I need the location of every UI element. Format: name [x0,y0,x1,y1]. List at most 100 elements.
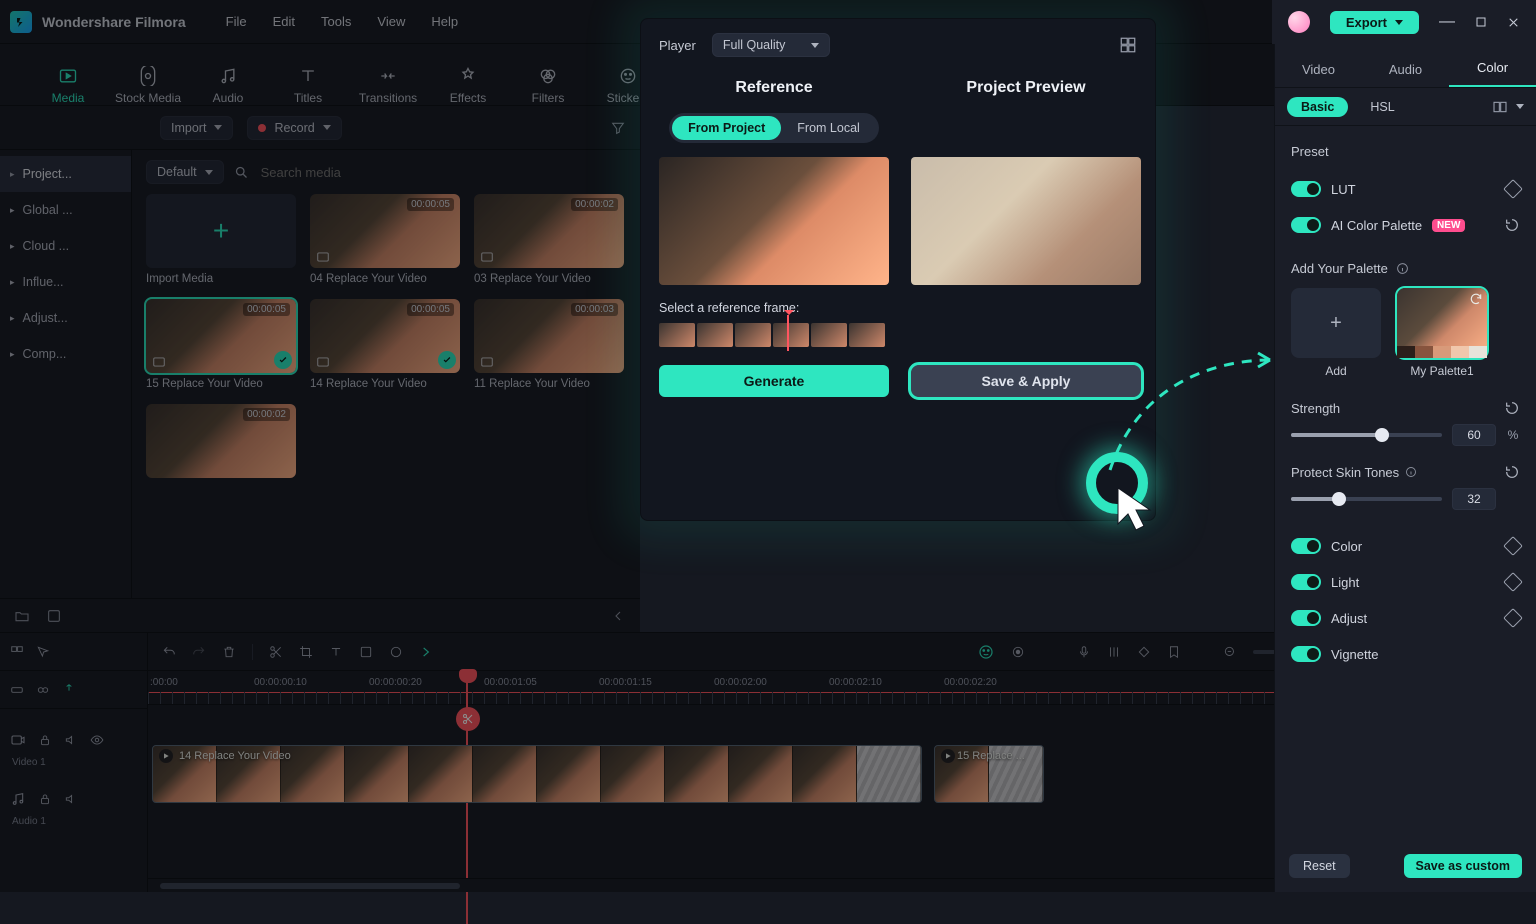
tile-import[interactable]: +Import Media [146,194,296,285]
layout-grid-icon[interactable] [1119,36,1137,54]
keyframe-icon[interactable] [1503,608,1523,628]
keyframe-icon[interactable] [1503,536,1523,556]
mod-titles[interactable]: Titles [268,65,348,105]
tab-video[interactable]: Video [1275,62,1362,87]
mod-media[interactable]: Media [28,65,108,105]
skin-value[interactable]: 32 [1452,488,1496,510]
strength-slider[interactable] [1291,433,1442,437]
palette-my1[interactable]: My Palette1 [1397,288,1487,378]
marker2-icon[interactable] [1167,645,1181,659]
tl-link-icon[interactable] [10,683,24,697]
mod-stock[interactable]: Stock Media [108,65,188,105]
video-track-icon[interactable] [10,732,26,748]
tab-color[interactable]: Color [1449,60,1536,87]
mod-audio[interactable]: Audio [188,65,268,105]
import-dropdown[interactable]: Import [160,116,233,140]
rec-icon[interactable] [1011,645,1025,659]
tile-03[interactable]: 00:00:0203 Replace Your Video [474,194,624,285]
undo-icon[interactable] [162,645,176,659]
tab-audio[interactable]: Audio [1362,62,1449,87]
window-minimize-icon[interactable]: — [1439,13,1455,31]
lock-icon[interactable] [38,733,52,747]
generate-button[interactable]: Generate [659,365,889,397]
delete-icon[interactable] [222,645,236,659]
lut-toggle[interactable] [1291,181,1321,197]
record-dropdown[interactable]: Record [247,116,341,140]
eye-icon[interactable] [90,733,104,747]
chevron-down-icon[interactable] [1516,104,1524,109]
reset-icon[interactable] [1504,217,1520,233]
frame-icon[interactable] [359,645,373,659]
menu-view[interactable]: View [377,14,405,29]
tree-global[interactable]: ▸Global ... [0,192,131,228]
tile-14[interactable]: 00:00:0514 Replace Your Video [310,299,460,390]
mute-icon[interactable] [64,792,78,806]
tree-cloud[interactable]: ▸Cloud ... [0,228,131,264]
quality-dropdown[interactable]: Full Quality [712,33,831,57]
keyframe-icon[interactable] [1503,179,1523,199]
export-button[interactable]: Export [1330,11,1419,34]
menu-edit[interactable]: Edit [273,14,295,29]
reset-button[interactable]: Reset [1289,854,1350,878]
mod-filters[interactable]: Filters [508,65,588,105]
tl-marker-icon[interactable] [62,683,76,697]
mute-icon[interactable] [64,733,78,747]
keyframe-icon[interactable] [1137,645,1151,659]
ai-icon[interactable] [977,643,995,661]
info-icon[interactable] [1405,466,1417,478]
tile-04[interactable]: 00:00:0504 Replace Your Video [310,194,460,285]
color-section[interactable]: Color [1291,528,1520,564]
cut-marker-icon[interactable] [456,707,480,731]
tree-project[interactable]: ▸Project... [0,156,131,192]
clip-14[interactable]: 14 Replace Your Video [152,745,922,803]
window-close-icon[interactable] [1507,16,1520,29]
reset-icon[interactable] [1504,400,1520,416]
adjust-section[interactable]: Adjust [1291,600,1520,636]
tree-comp[interactable]: ▸Comp... [0,336,131,372]
new-folder-icon[interactable] [14,608,30,624]
reference-frames[interactable] [659,323,885,347]
skin-slider[interactable] [1291,497,1442,501]
tl-tool-icon[interactable] [10,645,24,659]
vignette-toggle[interactable] [1291,646,1321,662]
reset-icon[interactable] [1504,464,1520,480]
light-toggle[interactable] [1291,574,1321,590]
clip-15[interactable]: 15 Replace ... [934,745,1044,803]
color-toggle[interactable] [1291,538,1321,554]
mask-icon[interactable] [389,645,403,659]
tile-extra[interactable]: 00:00:02 [146,404,296,483]
compare-icon[interactable] [1492,99,1508,115]
adjust-toggle[interactable] [1291,610,1321,626]
crop-icon[interactable] [299,645,313,659]
lock-icon[interactable] [38,792,52,806]
light-section[interactable]: Light [1291,564,1520,600]
zoom-out-icon[interactable] [1223,645,1237,659]
subtab-hsl[interactable]: HSL [1356,97,1408,117]
filter-icon[interactable] [610,120,626,136]
subtab-basic[interactable]: Basic [1287,97,1348,117]
user-avatar[interactable] [1288,11,1310,33]
mod-effects[interactable]: Effects [428,65,508,105]
more-icon[interactable] [419,645,433,659]
tl-link2-icon[interactable] [36,683,50,697]
palette-add[interactable]: + Add [1291,288,1381,378]
audio-track-icon[interactable] [10,791,26,807]
collapse-icon[interactable] [610,608,626,624]
tile-15[interactable]: 00:00:0515 Replace Your Video [146,299,296,390]
menu-file[interactable]: File [226,14,247,29]
vignette-section[interactable]: Vignette [1291,636,1520,672]
mod-transitions[interactable]: Transitions [348,65,428,105]
redo-icon[interactable] [192,645,206,659]
save-apply-button[interactable]: Save & Apply [911,365,1141,397]
text-icon[interactable] [329,645,343,659]
new-bin-icon[interactable] [46,608,62,624]
from-project-tab[interactable]: From Project [672,116,781,140]
tl-cursor-icon[interactable] [36,645,50,659]
info-icon[interactable] [1396,262,1409,275]
mic-icon[interactable] [1077,645,1091,659]
tree-adjust[interactable]: ▸Adjust... [0,300,131,336]
save-custom-button[interactable]: Save as custom [1404,854,1523,878]
from-local-tab[interactable]: From Local [781,116,876,140]
mixer-icon[interactable] [1107,645,1121,659]
search-input[interactable] [259,164,626,181]
